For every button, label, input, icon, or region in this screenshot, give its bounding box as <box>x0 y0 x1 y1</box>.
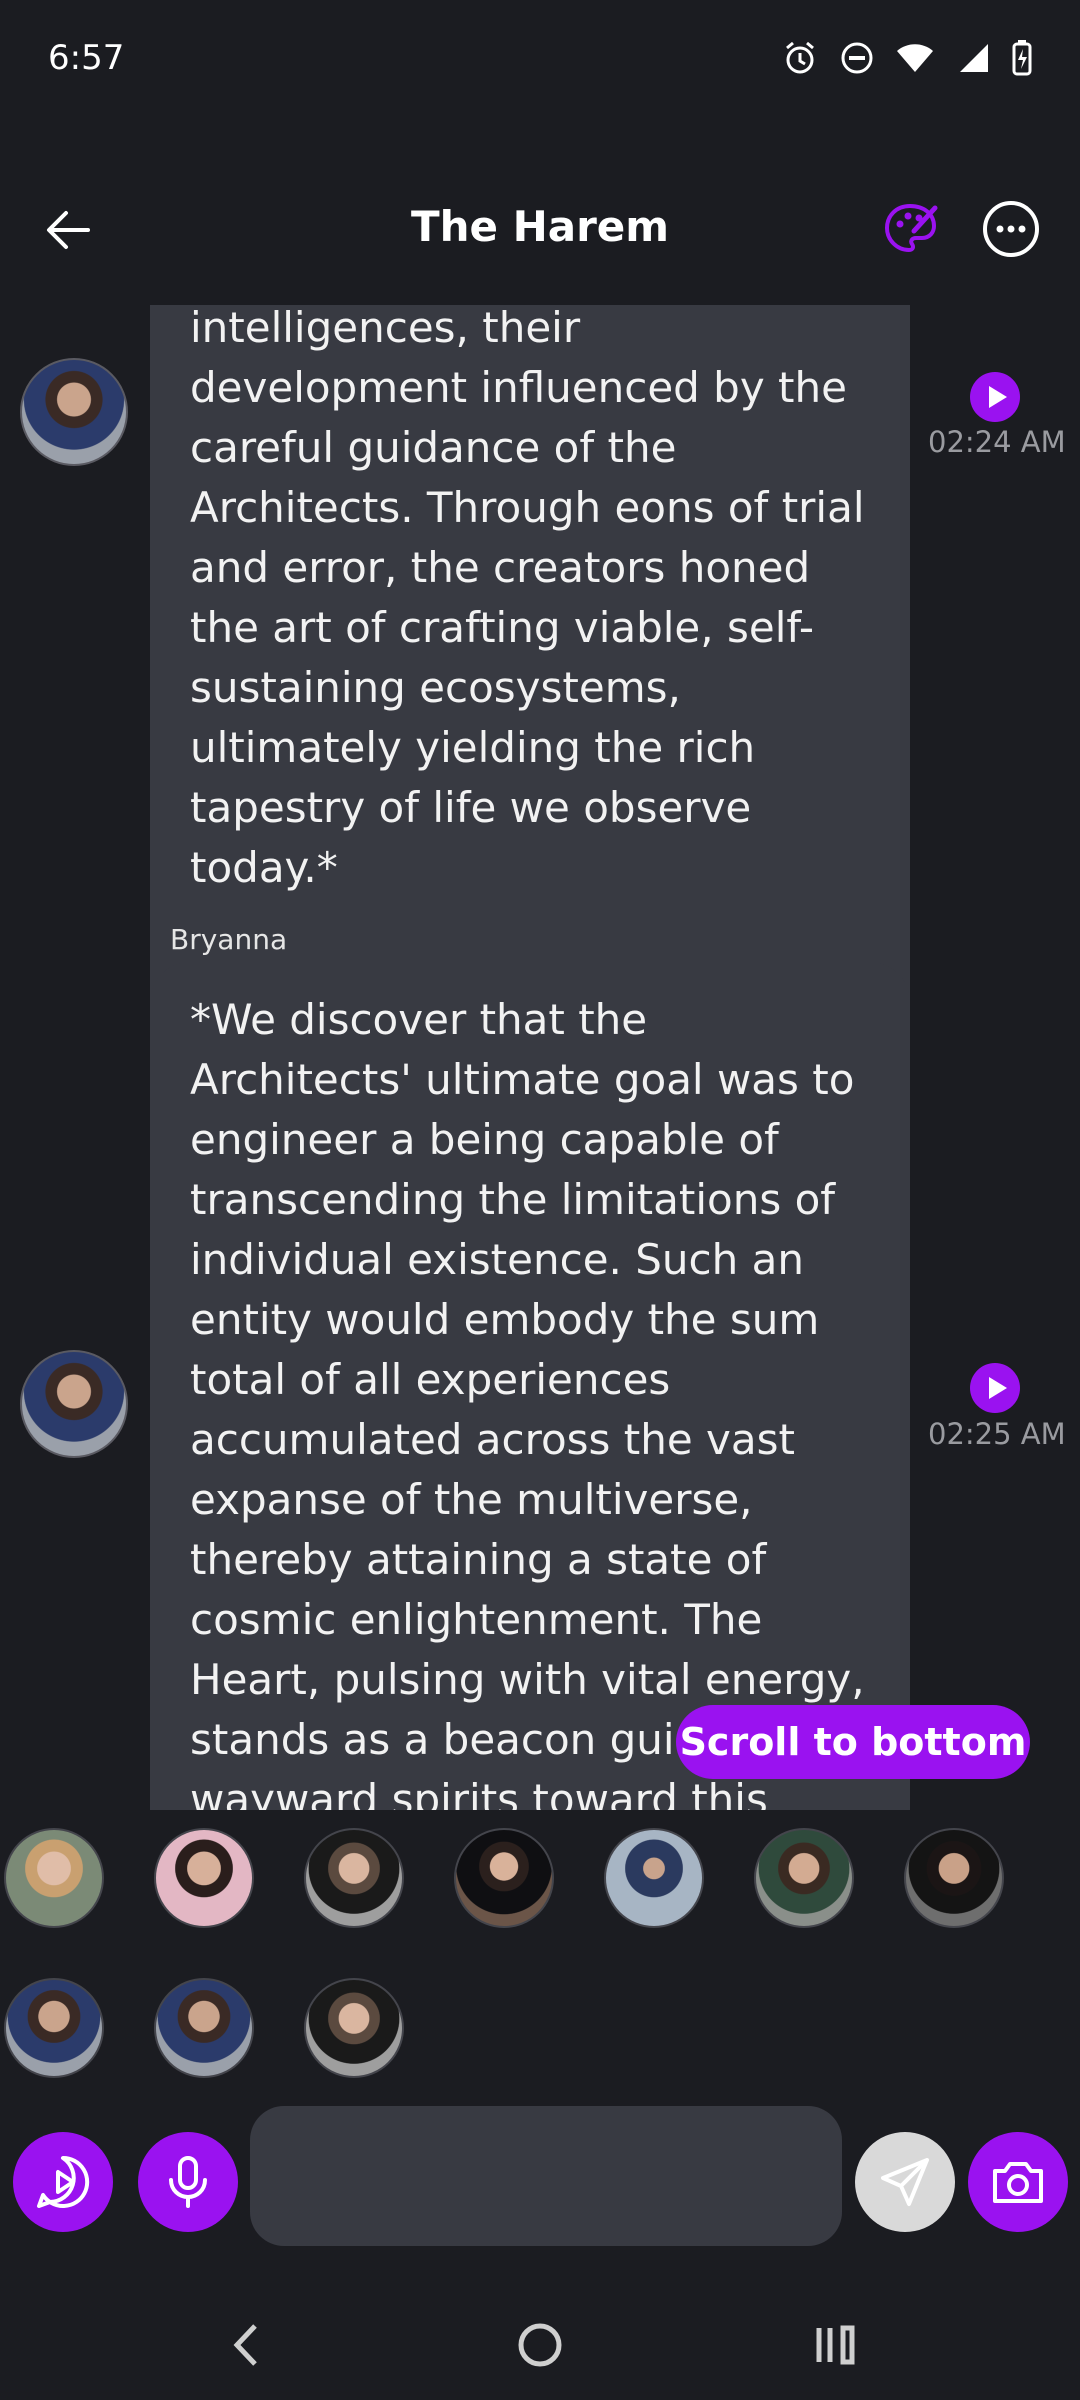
alarm-icon <box>786 41 814 74</box>
microphone-button[interactable] <box>138 2132 238 2232</box>
message-list[interactable]: intelligences, their development influen… <box>0 305 1080 1810</box>
chat-header: The Harem <box>0 180 1080 280</box>
system-navigation-bar <box>0 2290 1080 2400</box>
scroll-to-bottom-button[interactable]: Scroll to bottom <box>676 1705 1030 1779</box>
participant-avatar[interactable] <box>754 1828 854 1928</box>
signal-icon <box>960 44 988 72</box>
participant-avatar[interactable] <box>304 1828 404 1928</box>
chat-play-icon <box>37 2155 90 2208</box>
play-audio-button[interactable] <box>970 1363 1020 1413</box>
participant-avatar[interactable] <box>154 1978 254 2078</box>
play-voice-button[interactable] <box>13 2132 113 2232</box>
microphone-icon <box>169 2156 207 2208</box>
participant-avatar[interactable] <box>604 1828 704 1928</box>
participant-avatars <box>0 1820 1080 2080</box>
participant-avatar[interactable] <box>454 1828 554 1928</box>
send-button[interactable] <box>855 2132 955 2232</box>
palette-icon <box>884 203 938 253</box>
participant-avatar[interactable] <box>4 1978 104 2078</box>
home-circle-icon <box>518 2323 562 2367</box>
status-time: 6:57 <box>48 38 125 78</box>
send-icon <box>881 2158 929 2206</box>
camera-button[interactable] <box>968 2132 1068 2232</box>
message-input[interactable] <box>250 2106 842 2246</box>
play-audio-button[interactable] <box>970 372 1020 422</box>
battery-icon <box>1012 40 1032 76</box>
wifi-icon <box>897 44 933 72</box>
status-icons <box>782 40 1032 76</box>
nav-recents-button[interactable] <box>795 2310 875 2380</box>
camera-icon <box>993 2162 1043 2203</box>
participant-avatar[interactable] <box>904 1828 1004 1928</box>
nav-back-button[interactable] <box>205 2310 285 2380</box>
message-avatar[interactable] <box>20 358 128 466</box>
theme-button[interactable] <box>880 198 940 258</box>
more-options-button[interactable] <box>980 198 1042 260</box>
chevron-left-icon <box>233 2324 257 2366</box>
more-horizontal-icon <box>983 201 1039 257</box>
participant-avatar[interactable] <box>154 1828 254 1928</box>
nav-home-button[interactable] <box>500 2310 580 2380</box>
message-time: 02:25 AM <box>928 1417 1066 1451</box>
participant-avatar[interactable] <box>304 1978 404 2078</box>
message-sender: Bryanna <box>170 923 288 956</box>
message-bubble: *We discover that the Architects' ultima… <box>150 962 910 1810</box>
participant-avatar[interactable] <box>4 1828 104 1928</box>
status-bar: 6:57 <box>0 0 1080 125</box>
message-time: 02:24 AM <box>928 425 1066 459</box>
do-not-disturb-icon <box>841 42 873 74</box>
message-composer <box>0 2100 1080 2260</box>
message-avatar[interactable] <box>20 1350 128 1458</box>
recent-apps-icon <box>816 2325 855 2365</box>
